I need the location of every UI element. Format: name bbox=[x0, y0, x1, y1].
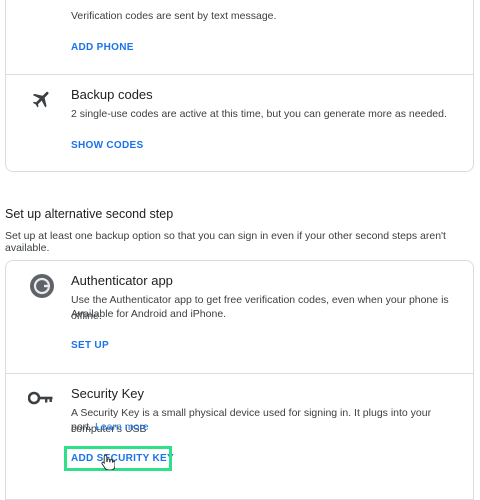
security-key-title: Security Key bbox=[71, 386, 144, 401]
add-phone-button[interactable]: ADD PHONE bbox=[71, 42, 134, 53]
phone-description: Verification codes are sent by text mess… bbox=[71, 10, 277, 22]
security-key-description-2: port. Learn more bbox=[71, 419, 463, 435]
divider bbox=[6, 373, 473, 374]
authenticator-app-icon bbox=[29, 273, 55, 304]
highlight-box bbox=[64, 446, 172, 471]
divider bbox=[6, 74, 473, 75]
key-icon bbox=[27, 389, 54, 412]
authenticator-title: Authenticator app bbox=[71, 273, 173, 288]
two-step-card: Verification codes are sent by text mess… bbox=[5, 0, 474, 172]
learn-more-link[interactable]: Learn more bbox=[95, 421, 149, 433]
backup-codes-description: 2 single-use codes are active at this ti… bbox=[71, 108, 447, 120]
section-description: Set up at least one backup option so tha… bbox=[5, 230, 446, 254]
show-codes-button[interactable]: SHOW CODES bbox=[71, 140, 143, 151]
security-key-description-2-text: port. bbox=[71, 421, 93, 433]
backup-codes-title: Backup codes bbox=[71, 87, 153, 102]
authenticator-description-2: Available for Android and iPhone. bbox=[71, 308, 227, 320]
set-up-button[interactable]: SET UP bbox=[71, 340, 109, 351]
airplane-icon bbox=[31, 88, 53, 115]
hand-cursor-icon bbox=[101, 454, 116, 475]
section-title: Set up alternative second step bbox=[5, 207, 174, 221]
